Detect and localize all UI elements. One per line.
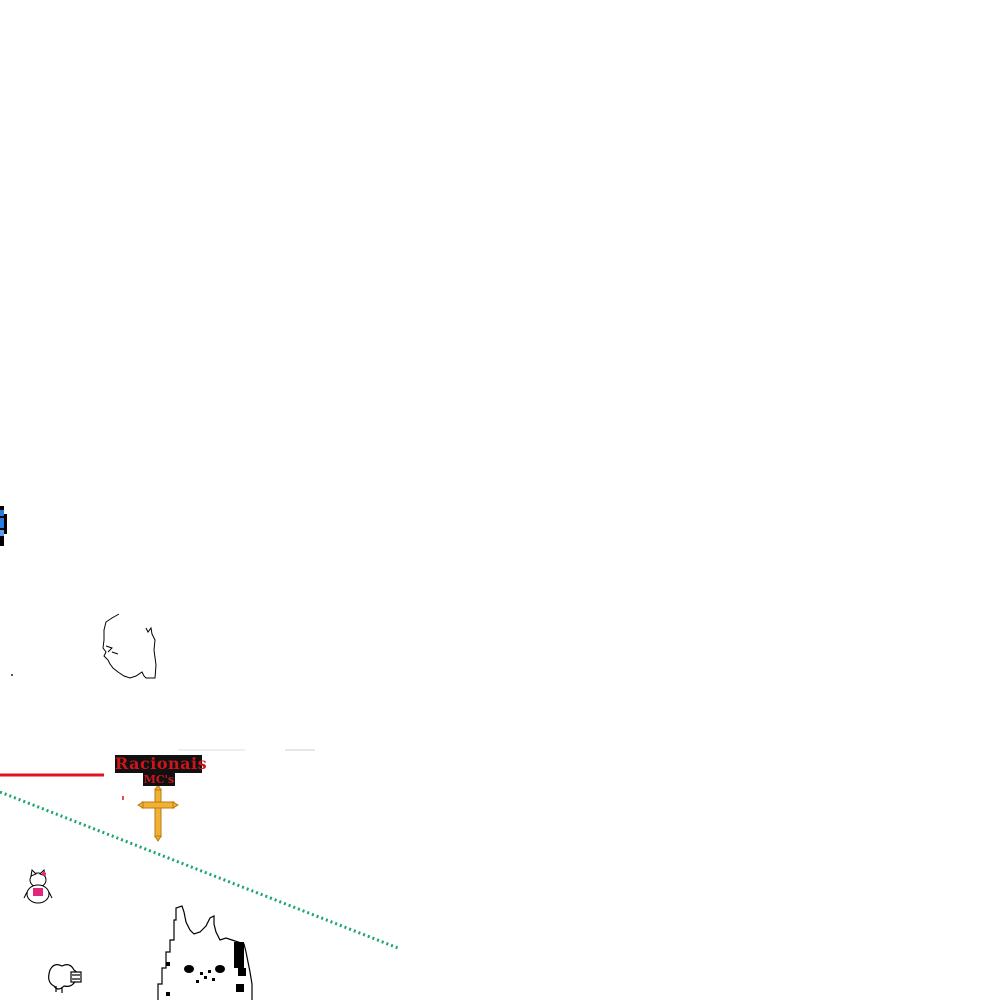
logo-title: Racionais (115, 754, 208, 773)
stray-dot (11, 674, 13, 676)
logo-subtitle: MC's (143, 773, 175, 786)
cat-icon (157, 905, 253, 1000)
kitty-icon (23, 868, 53, 904)
drawing-layer (0, 506, 399, 1000)
sheep-icon (48, 964, 82, 993)
red-mark (122, 796, 124, 800)
green-dotted-line (0, 790, 399, 950)
face-outline-icon (102, 613, 157, 679)
drawing-canvas[interactable]: Racionais MC's (0, 0, 1000, 1000)
cross-icon (137, 784, 179, 842)
blue-sprite-icon (0, 506, 7, 546)
